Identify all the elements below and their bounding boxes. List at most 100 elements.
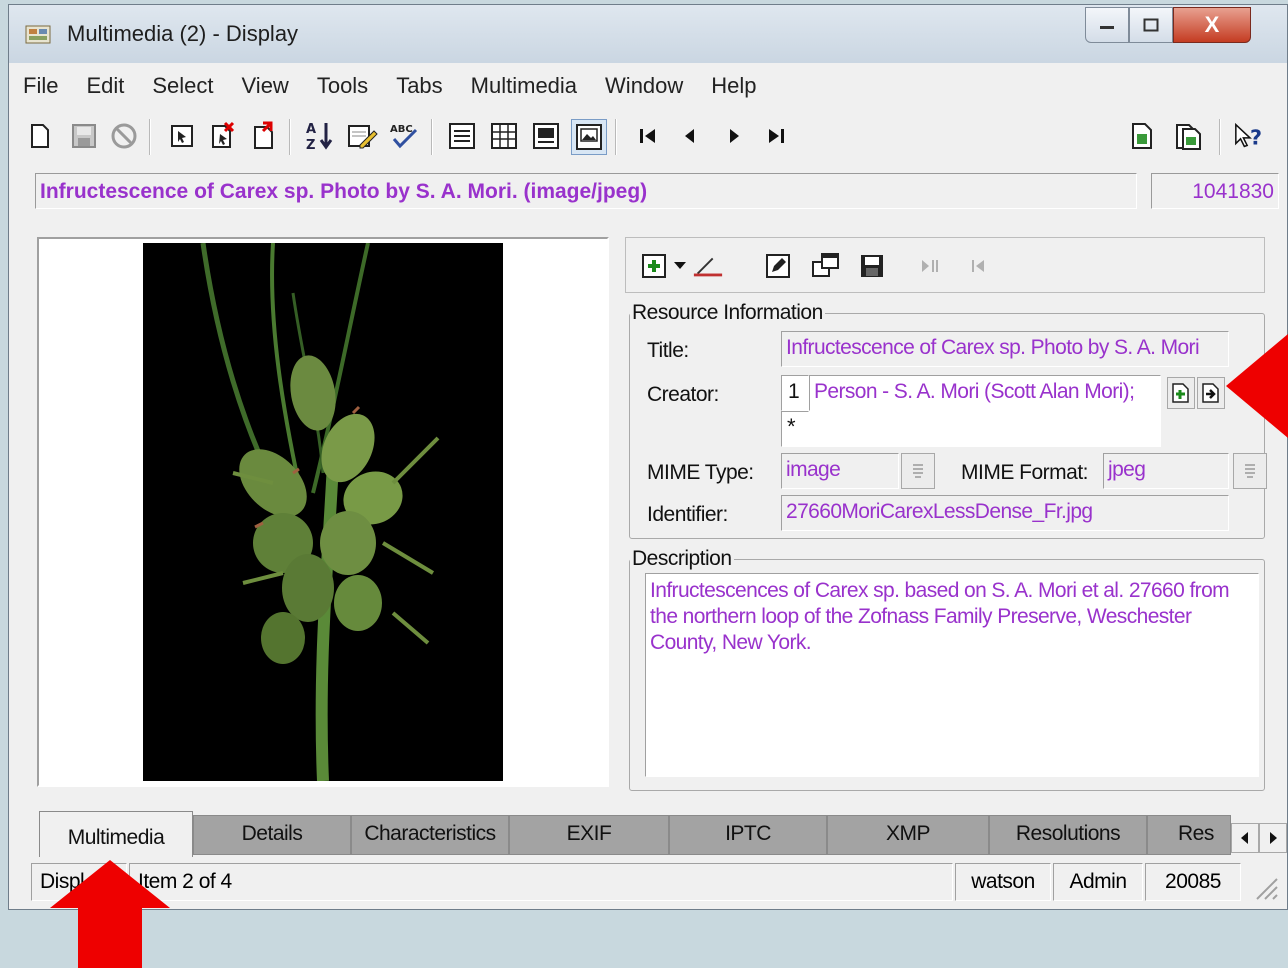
close-button[interactable]: X — [1173, 7, 1251, 43]
next-record-button[interactable] — [717, 119, 751, 153]
title-field[interactable]: Infructescence of Carex sp. Photo by S. … — [781, 331, 1229, 367]
menu-tabs[interactable]: Tabs — [382, 73, 456, 99]
menu-edit[interactable]: Edit — [72, 73, 138, 99]
mime-type-lookup-button[interactable] — [901, 453, 935, 489]
details-view-button[interactable] — [445, 119, 479, 153]
chevron-left-icon — [1241, 832, 1248, 844]
tab-scroll-right-button[interactable] — [1259, 823, 1287, 853]
mime-format-field[interactable]: jpeg — [1103, 453, 1229, 489]
edit-multimedia-button[interactable] — [762, 250, 794, 282]
help-button[interactable]: ? — [1233, 119, 1267, 153]
description-textarea[interactable]: Infructescences of Carex sp. based on S.… — [645, 573, 1259, 777]
tab-characteristics[interactable]: Characteristics — [351, 815, 509, 855]
new-record-button[interactable] — [23, 119, 57, 153]
rewind-button[interactable] — [962, 250, 994, 282]
maximize-icon — [1143, 18, 1159, 32]
creator-label: Creator: — [647, 383, 719, 406]
creator-view-button[interactable] — [1197, 377, 1225, 409]
next-record-icon — [730, 129, 739, 143]
menu-view[interactable]: View — [228, 73, 303, 99]
edit-icon — [766, 254, 790, 278]
menu-tools[interactable]: Tools — [303, 73, 382, 99]
creator-field[interactable]: Person - S. A. Mori (Scott Alan Mori); — [809, 375, 1161, 411]
status-user: watson — [955, 863, 1051, 901]
sort-button[interactable]: AZ — [303, 119, 337, 153]
creator-new-row-field[interactable] — [809, 411, 1161, 447]
menu-select[interactable]: Select — [138, 73, 227, 99]
add-icon — [642, 254, 666, 278]
add-multimedia-button[interactable] — [638, 250, 670, 282]
toolbar-separator — [431, 119, 433, 155]
svg-text:A: A — [306, 122, 316, 137]
menu-window[interactable]: Window — [591, 73, 697, 99]
toolbar-separator — [615, 119, 617, 155]
previous-record-button[interactable] — [673, 119, 707, 153]
view-attached-icon — [1202, 383, 1219, 403]
save-icon — [72, 124, 96, 148]
mime-format-lookup-button[interactable] — [1233, 453, 1267, 489]
attach-button[interactable] — [1171, 119, 1205, 153]
copy-multimedia-button[interactable] — [810, 250, 842, 282]
menu-bar: File Edit Select View Tools Tabs Multime… — [9, 63, 1287, 109]
select-record-button[interactable] — [165, 119, 199, 153]
report-button[interactable] — [1125, 119, 1159, 153]
tab-resources[interactable]: Res — [1147, 815, 1231, 855]
select-record-icon — [171, 125, 193, 147]
annotation-arrow-left-icon — [1226, 334, 1288, 438]
multimedia-image[interactable] — [143, 243, 503, 781]
status-port: 20085 — [1145, 863, 1241, 901]
status-bar: Displ Item 2 of 4 watson Admin 20085 — [9, 859, 1287, 905]
tab-scroll-left-button[interactable] — [1231, 823, 1259, 853]
rewind-icon — [972, 260, 984, 272]
svg-text:ABC: ABC — [390, 124, 413, 135]
list-view-button[interactable] — [487, 119, 521, 153]
tab-iptc[interactable]: IPTC — [669, 815, 827, 855]
save-multimedia-button[interactable] — [856, 250, 888, 282]
close-icon: X — [1204, 12, 1220, 37]
minimize-button[interactable] — [1085, 7, 1129, 43]
duplicate-record-icon — [254, 121, 273, 149]
status-item-count: Item 2 of 4 — [129, 863, 953, 901]
display-window: Multimedia (2) - Display X File Edit Sel… — [8, 4, 1288, 910]
carex-photo-illustration — [143, 243, 503, 781]
image-preview-panel — [37, 237, 609, 787]
title-bar[interactable]: Multimedia (2) - Display X — [9, 5, 1287, 63]
save-button[interactable] — [67, 119, 101, 153]
svg-text:Z: Z — [306, 138, 315, 152]
tab-details[interactable]: Details — [193, 815, 351, 855]
copy-windows-icon — [812, 253, 839, 277]
page-view-button[interactable] — [529, 119, 563, 153]
menu-multimedia[interactable]: Multimedia — [457, 73, 591, 99]
first-record-button[interactable] — [631, 119, 665, 153]
delete-record-button[interactable] — [205, 119, 239, 153]
spellcheck-button[interactable]: ABC — [387, 119, 421, 153]
save-icon — [861, 255, 883, 277]
maximize-button[interactable] — [1129, 7, 1173, 43]
app-icon — [25, 25, 51, 44]
image-view-button[interactable] — [571, 119, 607, 155]
title-label: Title: — [647, 339, 689, 362]
menu-help[interactable]: Help — [697, 73, 770, 99]
last-record-button[interactable] — [759, 119, 793, 153]
eraser-icon — [693, 257, 723, 277]
duplicate-record-button[interactable] — [247, 119, 281, 153]
tab-exif[interactable]: EXIF — [509, 815, 669, 855]
add-dropdown-button[interactable] — [670, 250, 690, 282]
list-view-icon — [491, 123, 517, 149]
tab-multimedia[interactable]: Multimedia — [39, 811, 193, 857]
identifier-field[interactable]: 27660MoriCarexLessDense_Fr.jpg — [781, 495, 1229, 531]
tab-xmp[interactable]: XMP — [827, 815, 989, 855]
mime-type-field[interactable]: image — [781, 453, 899, 489]
tab-resolutions[interactable]: Resolutions — [989, 815, 1147, 855]
creator-attach-button[interactable] — [1167, 377, 1195, 409]
resize-grip-icon[interactable] — [1249, 873, 1279, 901]
play-button[interactable] — [914, 250, 946, 282]
main-toolbar: AZ ABC ? — [9, 109, 1287, 163]
toolbar-separator — [1219, 119, 1221, 155]
cancel-button[interactable] — [107, 119, 141, 153]
edit-note-button[interactable] — [345, 119, 379, 153]
help-icon: ? — [1235, 122, 1262, 150]
erase-button[interactable] — [692, 250, 724, 282]
menu-file[interactable]: File — [9, 73, 72, 99]
window-title: Multimedia (2) - Display — [67, 21, 299, 46]
